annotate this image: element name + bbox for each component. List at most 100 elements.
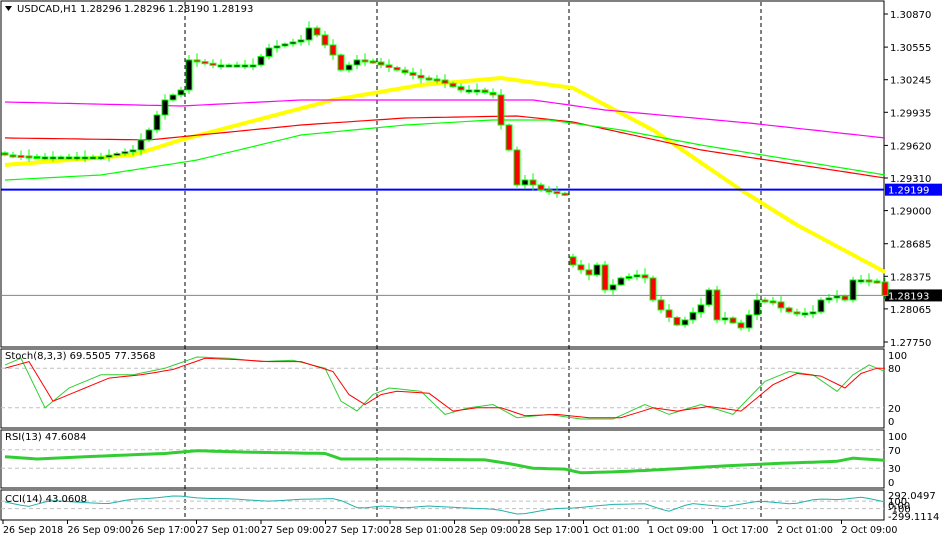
candle-body bbox=[809, 311, 817, 315]
candle-body bbox=[721, 317, 729, 321]
candle-body bbox=[649, 277, 657, 301]
candle bbox=[625, 273, 633, 281]
candle bbox=[601, 260, 609, 294]
candle-body bbox=[753, 299, 761, 316]
candle bbox=[649, 275, 657, 302]
candle-body bbox=[337, 54, 345, 71]
candle-body bbox=[417, 74, 425, 79]
candle-body bbox=[489, 91, 497, 96]
candle-body bbox=[777, 301, 785, 309]
candle-body bbox=[393, 67, 401, 71]
candle bbox=[657, 295, 665, 314]
candle bbox=[57, 155, 65, 160]
candle-body bbox=[409, 72, 417, 76]
indicator-tick-label: -299.1114 bbox=[888, 512, 939, 523]
candle-body bbox=[329, 44, 337, 56]
candle bbox=[289, 38, 297, 47]
time-tick-label: 28 Sep 09:00 bbox=[455, 525, 518, 536]
candle bbox=[697, 298, 705, 318]
price-label: 1.29199 bbox=[888, 186, 929, 197]
candle bbox=[833, 290, 841, 303]
candle-body bbox=[617, 277, 625, 286]
candle-body bbox=[377, 61, 385, 66]
candle bbox=[761, 297, 769, 303]
candle bbox=[329, 39, 337, 60]
candle-body bbox=[697, 304, 705, 313]
candle bbox=[737, 319, 745, 331]
candle bbox=[193, 53, 201, 67]
candle-body bbox=[369, 60, 377, 64]
collapse-triangle-icon[interactable] bbox=[5, 6, 12, 11]
cci-title: CCI(14) 43.0608 bbox=[5, 494, 87, 505]
candle bbox=[553, 185, 561, 198]
time-tick-label: 2 Oct 01:00 bbox=[777, 525, 833, 536]
candle bbox=[777, 296, 785, 313]
candle-body bbox=[169, 94, 177, 101]
candle-body bbox=[249, 64, 257, 68]
symbol-label: USDCAD,H1 bbox=[17, 4, 77, 15]
candle bbox=[705, 287, 713, 307]
candle bbox=[1, 151, 9, 157]
candle-body bbox=[233, 64, 241, 68]
candle bbox=[369, 58, 377, 64]
candle-body bbox=[705, 289, 713, 306]
candle-body bbox=[265, 47, 273, 57]
candle-body bbox=[161, 99, 169, 116]
candle bbox=[41, 152, 49, 161]
candle bbox=[513, 146, 521, 188]
candle bbox=[169, 93, 177, 102]
price-tick-label: 1.28065 bbox=[890, 305, 931, 316]
candle bbox=[545, 185, 553, 195]
candle bbox=[857, 275, 865, 284]
price-tick-label: 1.29310 bbox=[890, 174, 931, 185]
indicator-tick-label: 80 bbox=[888, 364, 901, 375]
indicator-tick-label: 100 bbox=[888, 351, 907, 362]
price-tick-label: 1.27750 bbox=[890, 338, 931, 349]
candle-body bbox=[401, 69, 409, 74]
candle-body bbox=[577, 264, 585, 271]
candle bbox=[265, 43, 273, 60]
candle bbox=[585, 263, 593, 281]
candle-body bbox=[17, 154, 25, 158]
candle bbox=[97, 152, 105, 161]
candle-body bbox=[449, 82, 457, 88]
candle bbox=[753, 293, 761, 321]
candle bbox=[17, 150, 25, 160]
candle-body bbox=[321, 34, 329, 46]
candle bbox=[217, 59, 225, 70]
horizontal-lines[interactable]: 1.29199 1.28193 bbox=[1, 183, 942, 303]
candle bbox=[25, 149, 33, 162]
candle bbox=[33, 154, 41, 159]
candle-body bbox=[785, 307, 793, 313]
indicator-line-cci bbox=[4, 495, 886, 515]
candle bbox=[609, 279, 617, 295]
candle bbox=[881, 277, 889, 299]
candle bbox=[345, 61, 353, 73]
candle bbox=[257, 54, 265, 67]
candle-body bbox=[73, 156, 81, 160]
axis-labels: 1.30870 1.30555 1.30245 1.29935 1.29620 1.293… bbox=[2, 10, 939, 536]
candle-body bbox=[865, 279, 873, 283]
candle bbox=[377, 57, 385, 69]
candle-body bbox=[625, 275, 633, 279]
indicator-tick-label: 0 bbox=[888, 478, 894, 489]
price-tick-label: 1.29620 bbox=[890, 141, 931, 152]
candle-body bbox=[801, 312, 809, 316]
trading-chart[interactable]: 1.29199 1.28193 1.30870 1.30555 1.30245 1.29… bbox=[0, 0, 943, 542]
indicator-tick-label: 30 bbox=[888, 464, 901, 475]
candle-body bbox=[665, 309, 673, 318]
candle-body bbox=[345, 64, 353, 71]
candle bbox=[425, 75, 433, 81]
candle bbox=[633, 269, 641, 281]
candle bbox=[161, 94, 169, 120]
close-value: 1.28193 bbox=[212, 4, 253, 15]
candle bbox=[809, 305, 817, 319]
candle-body bbox=[609, 284, 617, 291]
candle-body bbox=[745, 314, 753, 329]
candle bbox=[673, 315, 681, 327]
candle-body bbox=[201, 61, 209, 65]
candle-body bbox=[1, 152, 9, 156]
candle bbox=[385, 59, 393, 73]
indicator-line-rsi bbox=[4, 449, 886, 475]
indicator-line-signal bbox=[4, 357, 885, 419]
